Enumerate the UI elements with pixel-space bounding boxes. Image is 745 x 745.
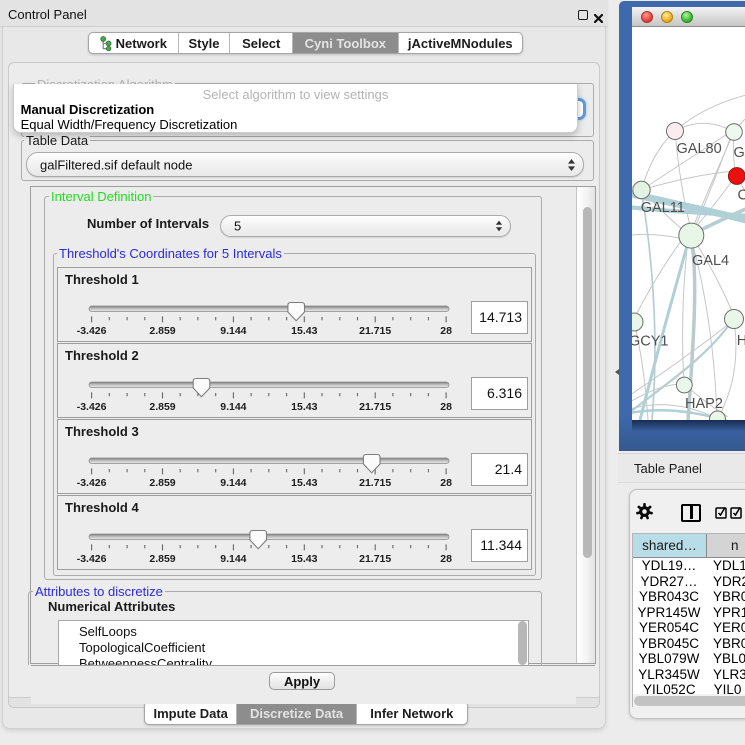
- svg-text:2.859: 2.859: [149, 553, 175, 565]
- svg-text:GA: GA: [734, 145, 745, 161]
- svg-text:C: C: [738, 188, 745, 204]
- svg-text:28: 28: [440, 477, 452, 489]
- svg-text:2.859: 2.859: [149, 477, 175, 489]
- svg-text:2.859: 2.859: [149, 325, 175, 337]
- svg-text:9.144: 9.144: [220, 477, 246, 489]
- svg-text:15.43: 15.43: [291, 325, 317, 337]
- svg-text:28: 28: [440, 553, 452, 565]
- svg-text:9.144: 9.144: [220, 325, 246, 337]
- svg-text:9.144: 9.144: [220, 401, 246, 413]
- svg-text:15.43: 15.43: [291, 553, 317, 565]
- svg-text:GAL80: GAL80: [677, 141, 722, 157]
- svg-text:-3.426: -3.426: [77, 477, 107, 489]
- svg-text:21.715: 21.715: [359, 401, 391, 413]
- svg-text:21.715: 21.715: [359, 553, 391, 565]
- svg-text:-3.426: -3.426: [77, 325, 107, 337]
- svg-text:GAL11: GAL11: [641, 200, 685, 216]
- svg-text:15.43: 15.43: [291, 477, 317, 489]
- svg-text:H: H: [737, 333, 745, 349]
- svg-text:15.43: 15.43: [291, 401, 317, 413]
- svg-text:GAL4: GAL4: [692, 253, 729, 269]
- svg-text:-3.426: -3.426: [77, 553, 107, 565]
- svg-text:9.144: 9.144: [220, 553, 246, 565]
- svg-text:21.715: 21.715: [359, 477, 391, 489]
- svg-text:21.715: 21.715: [359, 325, 391, 337]
- svg-text:HAP2: HAP2: [685, 396, 723, 412]
- svg-text:2.859: 2.859: [149, 401, 175, 413]
- svg-text:-3.426: -3.426: [77, 401, 107, 413]
- svg-text:GCY1: GCY1: [632, 334, 669, 350]
- svg-text:28: 28: [440, 325, 452, 337]
- svg-text:28: 28: [440, 401, 452, 413]
